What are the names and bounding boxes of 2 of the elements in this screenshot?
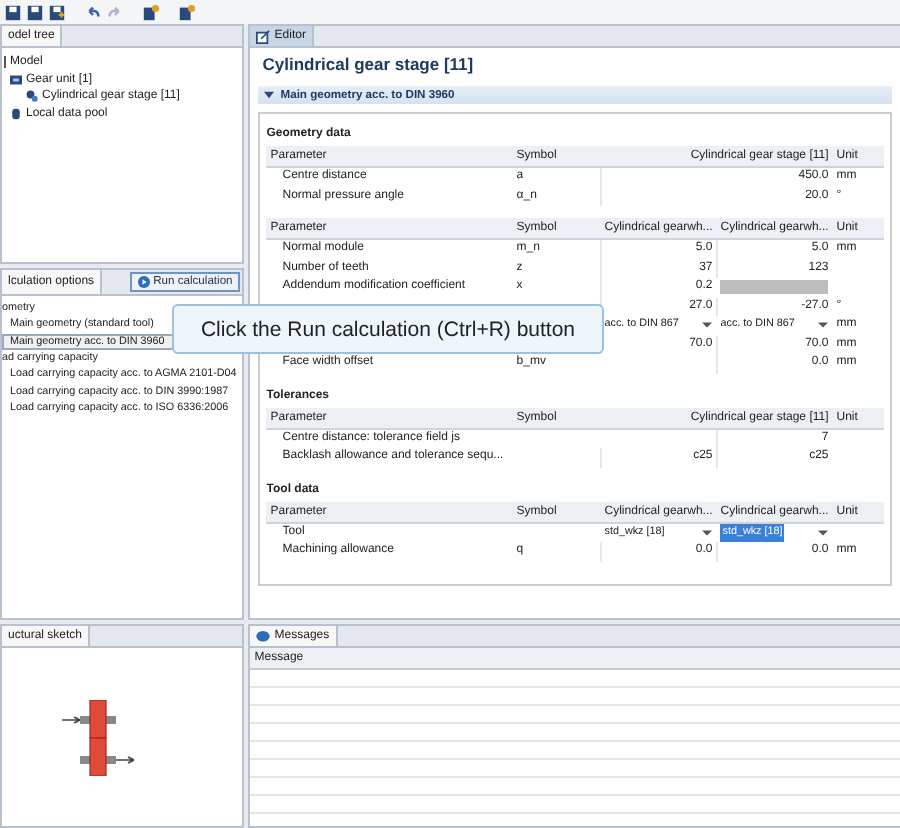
tooltip: Click the Run calculation (Ctrl+R) button (172, 304, 604, 354)
editor-title: Cylindrical gear stage [11] (260, 54, 476, 78)
